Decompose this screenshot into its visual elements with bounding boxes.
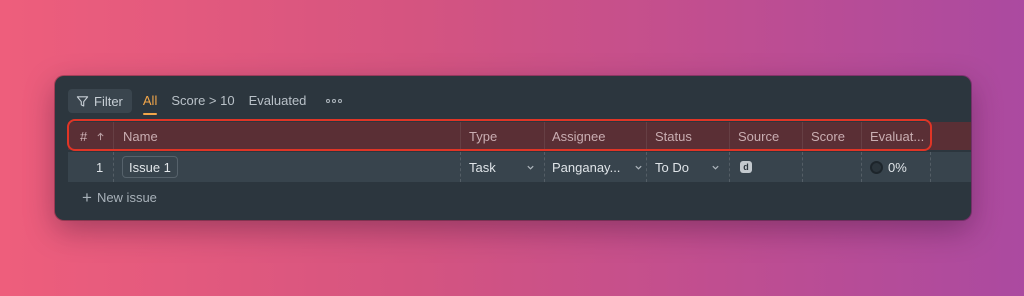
column-header-assignee[interactable]: Assignee [552, 122, 605, 150]
arrow-up-icon[interactable] [96, 132, 105, 141]
evaluated-cell[interactable]: 0% [870, 152, 907, 182]
evaluated-value: 0% [888, 159, 907, 175]
progress-ring-icon [870, 160, 883, 174]
column-header-name[interactable]: Name [123, 122, 158, 150]
column-header-evaluated[interactable]: Evaluat... [870, 122, 924, 150]
assignee-select[interactable]: Panganay... [552, 152, 646, 182]
source-cell[interactable]: d [740, 152, 752, 182]
filter-label: Filter [94, 93, 123, 109]
filter-button[interactable]: Filter [68, 89, 132, 113]
issues-panel: Filter All Score > 10 Evaluated # Name T… [55, 76, 971, 220]
row-index: 1 [96, 159, 104, 175]
table-header: # Name Type Assignee Status Source Score… [68, 122, 971, 150]
chevron-down-icon [635, 165, 642, 170]
view-toolbar: Filter All Score > 10 Evaluated [68, 89, 343, 115]
status-value: To Do [655, 159, 689, 175]
issue-name[interactable]: Issue 1 [122, 156, 178, 178]
more-horizontal-icon[interactable] [326, 99, 343, 103]
name-cell[interactable]: Issue 1 [122, 152, 178, 182]
filter-icon [76, 95, 89, 107]
chevron-down-icon [712, 165, 719, 170]
column-header-source[interactable]: Source [738, 122, 779, 150]
chevron-down-icon [527, 165, 534, 170]
new-issue-button[interactable]: + New issue [82, 188, 157, 207]
column-header-index[interactable]: # [80, 122, 105, 150]
view-tab-evaluated[interactable]: Evaluated [249, 89, 307, 113]
column-header-status[interactable]: Status [655, 122, 692, 150]
table-row[interactable]: 1 Issue 1 Task Panganay... To Do d 0% [68, 152, 971, 182]
new-issue-label: New issue [96, 190, 157, 205]
source-badge: d [740, 161, 752, 173]
plus-icon: + [82, 188, 92, 207]
status-select[interactable]: To Do [655, 152, 729, 182]
type-select[interactable]: Task [469, 152, 544, 182]
assignee-value: Panganay... [552, 159, 621, 175]
view-tab-all[interactable]: All [142, 89, 158, 115]
column-header-score[interactable]: Score [811, 122, 845, 150]
column-header-type[interactable]: Type [469, 122, 497, 150]
index-header-label: # [80, 128, 88, 144]
type-value: Task [469, 159, 496, 175]
view-tab-score[interactable]: Score > 10 [171, 89, 234, 113]
